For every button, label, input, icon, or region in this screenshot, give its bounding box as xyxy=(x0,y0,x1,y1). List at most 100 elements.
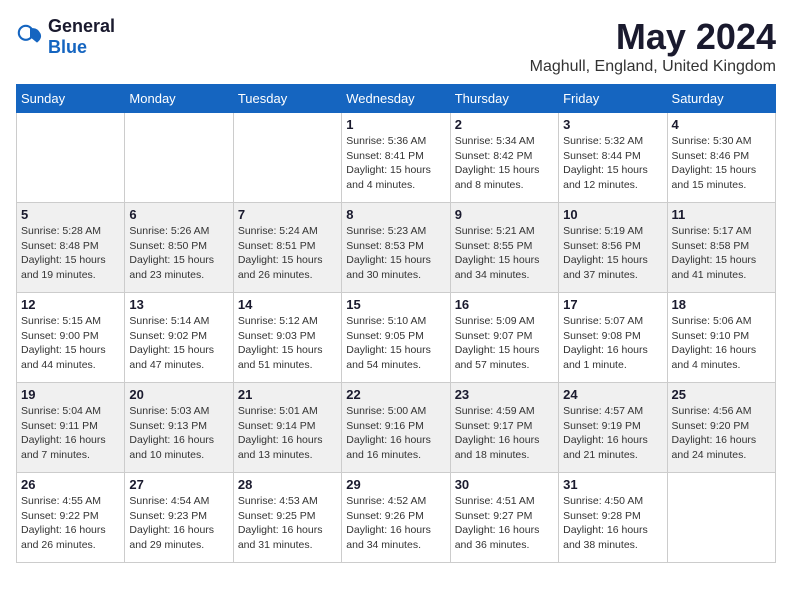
calendar-header-wednesday: Wednesday xyxy=(342,85,450,113)
calendar-cell: 16Sunrise: 5:09 AMSunset: 9:07 PMDayligh… xyxy=(450,293,558,383)
day-number: 12 xyxy=(21,297,120,312)
calendar-cell: 13 Sunrise: 5:14 AMSunset: 9:02 PMDayligh… xyxy=(125,293,233,383)
day-info: Sunrise: 5:36 AMSunset: 8:41 PMDaylight:… xyxy=(346,134,445,193)
day-info: Sunrise: 5:34 AMSunset: 8:42 PMDaylight:… xyxy=(455,134,554,193)
calendar-cell: 21 Sunrise: 5:01 AMSunset: 9:14 PMDayligh… xyxy=(233,383,341,473)
day-info: Sunrise: 4:50 AMSunset: 9:28 PMDaylight:… xyxy=(563,494,662,553)
day-number: 22 xyxy=(346,387,445,402)
calendar-cell: 23 Sunrise: 4:59 AMSunset: 9:17 PMDayligh… xyxy=(450,383,558,473)
day-number: 20 xyxy=(129,387,228,402)
calendar-cell xyxy=(667,473,775,563)
day-number: 4 xyxy=(672,117,771,132)
calendar-cell: 5 Sunrise: 5:28 AMSunset: 8:48 PMDaylight… xyxy=(17,203,125,293)
day-info: Sunrise: 5:07 AMSunset: 9:08 PMDaylight:… xyxy=(563,314,662,373)
day-info: Sunrise: 5:04 AMSunset: 9:11 PMDaylight:… xyxy=(21,404,120,463)
day-info: Sunrise: 5:30 AMSunset: 8:46 PMDaylight:… xyxy=(672,134,771,193)
logo-general: General xyxy=(48,16,115,36)
day-info: Sunrise: 4:55 AMSunset: 9:22 PMDaylight:… xyxy=(21,494,120,553)
day-number: 24 xyxy=(563,387,662,402)
calendar-cell: 27Sunrise: 4:54 AMSunset: 9:23 PMDayligh… xyxy=(125,473,233,563)
day-info: Sunrise: 4:59 AMSunset: 9:17 PMDaylight:… xyxy=(455,404,554,463)
calendar-header-tuesday: Tuesday xyxy=(233,85,341,113)
day-info: Sunrise: 5:00 AMSunset: 9:16 PMDaylight:… xyxy=(346,404,445,463)
day-info: Sunrise: 5:21 AMSunset: 8:55 PMDaylight:… xyxy=(455,224,554,283)
logo-blue: Blue xyxy=(48,37,87,57)
day-info: Sunrise: 4:57 AMSunset: 9:19 PMDaylight:… xyxy=(563,404,662,463)
calendar-week-row: 5 Sunrise: 5:28 AMSunset: 8:48 PMDaylight… xyxy=(17,203,776,293)
calendar-week-row: 1Sunrise: 5:36 AMSunset: 8:41 PMDaylight… xyxy=(17,113,776,203)
calendar-cell: 24 Sunrise: 4:57 AMSunset: 9:19 PMDayligh… xyxy=(559,383,667,473)
calendar-cell: 2 Sunrise: 5:34 AMSunset: 8:42 PMDaylight… xyxy=(450,113,558,203)
day-number: 29 xyxy=(346,477,445,492)
day-info: Sunrise: 5:19 AMSunset: 8:56 PMDaylight:… xyxy=(563,224,662,283)
calendar-cell: 26 Sunrise: 4:55 AMSunset: 9:22 PMDayligh… xyxy=(17,473,125,563)
day-number: 17 xyxy=(563,297,662,312)
calendar-cell: 31Sunrise: 4:50 AMSunset: 9:28 PMDayligh… xyxy=(559,473,667,563)
day-number: 28 xyxy=(238,477,337,492)
day-info: Sunrise: 5:06 AMSunset: 9:10 PMDaylight:… xyxy=(672,314,771,373)
day-info: Sunrise: 5:03 AMSunset: 9:13 PMDaylight:… xyxy=(129,404,228,463)
calendar-cell: 25Sunrise: 4:56 AMSunset: 9:20 PMDayligh… xyxy=(667,383,775,473)
calendar-week-row: 19 Sunrise: 5:04 AMSunset: 9:11 PMDayligh… xyxy=(17,383,776,473)
day-number: 8 xyxy=(346,207,445,222)
day-number: 30 xyxy=(455,477,554,492)
calendar: SundayMondayTuesdayWednesdayThursdayFrid… xyxy=(16,84,776,563)
day-number: 10 xyxy=(563,207,662,222)
logo-icon xyxy=(16,23,44,51)
header: General Blue May 2024 Maghull, England, … xyxy=(16,16,776,76)
location-title: Maghull, England, United Kingdom xyxy=(530,58,776,76)
day-info: Sunrise: 5:09 AMSunset: 9:07 PMDaylight:… xyxy=(455,314,554,373)
day-number: 18 xyxy=(672,297,771,312)
calendar-cell: 18 Sunrise: 5:06 AMSunset: 9:10 PMDayligh… xyxy=(667,293,775,383)
calendar-cell: 11 Sunrise: 5:17 AMSunset: 8:58 PMDayligh… xyxy=(667,203,775,293)
calendar-cell: 6 Sunrise: 5:26 AMSunset: 8:50 PMDaylight… xyxy=(125,203,233,293)
day-number: 15 xyxy=(346,297,445,312)
day-number: 26 xyxy=(21,477,120,492)
calendar-cell: 9 Sunrise: 5:21 AMSunset: 8:55 PMDaylight… xyxy=(450,203,558,293)
day-number: 25 xyxy=(672,387,771,402)
day-number: 5 xyxy=(21,207,120,222)
calendar-cell: 8 Sunrise: 5:23 AMSunset: 8:53 PMDaylight… xyxy=(342,203,450,293)
day-number: 23 xyxy=(455,387,554,402)
day-info: Sunrise: 4:51 AMSunset: 9:27 PMDaylight:… xyxy=(455,494,554,553)
day-number: 19 xyxy=(21,387,120,402)
day-info: Sunrise: 4:52 AMSunset: 9:26 PMDaylight:… xyxy=(346,494,445,553)
day-number: 11 xyxy=(672,207,771,222)
calendar-cell: 3Sunrise: 5:32 AMSunset: 8:44 PMDaylight… xyxy=(559,113,667,203)
day-info: Sunrise: 5:26 AMSunset: 8:50 PMDaylight:… xyxy=(129,224,228,283)
month-title: May 2024 xyxy=(530,16,776,58)
day-info: Sunrise: 5:14 AMSunset: 9:02 PMDaylight:… xyxy=(129,314,228,373)
day-number: 3 xyxy=(563,117,662,132)
calendar-header-sunday: Sunday xyxy=(17,85,125,113)
day-number: 9 xyxy=(455,207,554,222)
logo: General Blue xyxy=(16,16,115,58)
calendar-cell: 22 Sunrise: 5:00 AMSunset: 9:16 PMDayligh… xyxy=(342,383,450,473)
calendar-week-row: 26 Sunrise: 4:55 AMSunset: 9:22 PMDayligh… xyxy=(17,473,776,563)
calendar-cell: 4 Sunrise: 5:30 AMSunset: 8:46 PMDaylight… xyxy=(667,113,775,203)
day-info: Sunrise: 5:23 AMSunset: 8:53 PMDaylight:… xyxy=(346,224,445,283)
calendar-cell: 20 Sunrise: 5:03 AMSunset: 9:13 PMDayligh… xyxy=(125,383,233,473)
calendar-cell: 19 Sunrise: 5:04 AMSunset: 9:11 PMDayligh… xyxy=(17,383,125,473)
logo-text: General Blue xyxy=(48,16,115,58)
calendar-cell: 14Sunrise: 5:12 AMSunset: 9:03 PMDayligh… xyxy=(233,293,341,383)
day-number: 13 xyxy=(129,297,228,312)
day-number: 2 xyxy=(455,117,554,132)
day-info: Sunrise: 5:17 AMSunset: 8:58 PMDaylight:… xyxy=(672,224,771,283)
day-number: 6 xyxy=(129,207,228,222)
calendar-cell xyxy=(125,113,233,203)
calendar-header-monday: Monday xyxy=(125,85,233,113)
calendar-cell: 30 Sunrise: 4:51 AMSunset: 9:27 PMDayligh… xyxy=(450,473,558,563)
calendar-header-saturday: Saturday xyxy=(667,85,775,113)
day-info: Sunrise: 5:28 AMSunset: 8:48 PMDaylight:… xyxy=(21,224,120,283)
calendar-cell: 29 Sunrise: 4:52 AMSunset: 9:26 PMDayligh… xyxy=(342,473,450,563)
calendar-header-row: SundayMondayTuesdayWednesdayThursdayFrid… xyxy=(17,85,776,113)
day-number: 27 xyxy=(129,477,228,492)
day-info: Sunrise: 5:24 AMSunset: 8:51 PMDaylight:… xyxy=(238,224,337,283)
day-number: 21 xyxy=(238,387,337,402)
calendar-week-row: 12Sunrise: 5:15 AMSunset: 9:00 PMDayligh… xyxy=(17,293,776,383)
calendar-cell: 10 Sunrise: 5:19 AMSunset: 8:56 PMDayligh… xyxy=(559,203,667,293)
day-info: Sunrise: 5:12 AMSunset: 9:03 PMDaylight:… xyxy=(238,314,337,373)
calendar-cell: 1Sunrise: 5:36 AMSunset: 8:41 PMDaylight… xyxy=(342,113,450,203)
calendar-cell: 15Sunrise: 5:10 AMSunset: 9:05 PMDayligh… xyxy=(342,293,450,383)
day-info: Sunrise: 5:01 AMSunset: 9:14 PMDaylight:… xyxy=(238,404,337,463)
